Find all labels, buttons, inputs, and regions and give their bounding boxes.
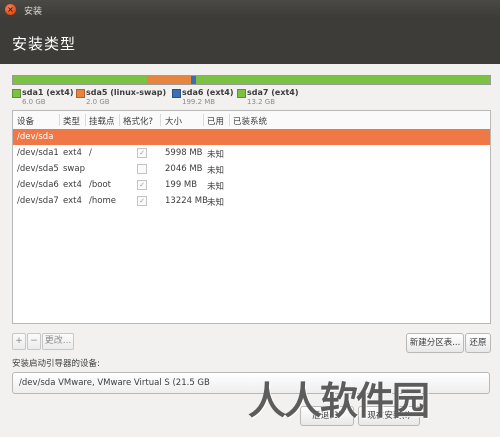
- format-checkbox[interactable]: [137, 164, 147, 174]
- partition-table: 设备 类型 挂载点 格式化? 大小 已用 已装系统 /dev/sda /dev/…: [12, 110, 491, 324]
- legend-name: sda7 (ext4): [247, 88, 299, 97]
- column-divider: [119, 114, 120, 126]
- table-row[interactable]: /dev/sda1 ext4 / ✓ 5998 MB 未知: [13, 145, 490, 161]
- column-header-format[interactable]: 格式化?: [123, 115, 153, 127]
- window-titlebar: × 安装: [0, 0, 500, 20]
- mount-cell: /home: [89, 196, 116, 206]
- table-row[interactable]: /dev/sda6 ext4 /boot ✓ 199 MB 未知: [13, 177, 490, 193]
- legend-swatch: [12, 89, 21, 98]
- mount-cell: /: [89, 148, 92, 158]
- partition-segment-sda5: [146, 76, 192, 84]
- table-row[interactable]: /dev/sda7 ext4 /home ✓ 13224 MB 未知: [13, 193, 490, 209]
- format-checkbox[interactable]: ✓: [137, 180, 147, 190]
- column-header-used[interactable]: 已用: [207, 115, 224, 127]
- partition-legend: sda1 (ext4) 6.0 GB sda5 (linux-swap) 2.0…: [12, 88, 492, 108]
- page-header: 安装类型: [0, 20, 500, 64]
- column-header-size[interactable]: 大小: [165, 115, 182, 127]
- column-divider: [160, 114, 161, 126]
- mount-cell: /boot: [89, 180, 111, 190]
- new-partition-table-button[interactable]: 新建分区表...: [406, 333, 464, 353]
- used-cell: 未知: [207, 198, 225, 208]
- change-partition-button[interactable]: 更改...: [42, 333, 74, 350]
- legend-name: sda6 (ext4): [182, 88, 234, 97]
- legend-size: 6.0 GB: [22, 98, 46, 106]
- window-title: 安装: [24, 7, 43, 17]
- legend-size: 199.2 MB: [182, 98, 216, 106]
- format-checkbox[interactable]: ✓: [137, 196, 147, 206]
- device-cell: /dev/sda: [17, 132, 54, 142]
- column-divider: [59, 114, 60, 126]
- table-row[interactable]: /dev/sda5 swap 2046 MB 未知: [13, 161, 490, 177]
- size-cell: 2046 MB: [165, 164, 203, 174]
- size-cell: 13224 MB: [165, 196, 208, 206]
- legend-name: sda5 (linux-swap): [86, 88, 167, 97]
- column-header-device[interactable]: 设备: [17, 115, 34, 127]
- device-cell: /dev/sda5: [17, 164, 59, 174]
- type-cell: ext4: [63, 148, 82, 158]
- size-cell: 5998 MB: [165, 148, 203, 158]
- type-cell: ext4: [63, 196, 82, 206]
- device-cell: /dev/sda6: [17, 180, 59, 190]
- legend-swatch: [237, 89, 246, 98]
- legend-swatch: [76, 89, 85, 98]
- size-cell: 199 MB: [165, 180, 198, 190]
- used-cell: 未知: [207, 166, 225, 176]
- used-cell: 未知: [207, 150, 225, 160]
- legend-swatch: [172, 89, 181, 98]
- type-cell: swap: [63, 164, 85, 174]
- page-title: 安装类型: [12, 35, 77, 53]
- device-cell: /dev/sda1: [17, 148, 59, 158]
- column-divider: [85, 114, 86, 126]
- boot-device-value: /dev/sda VMware, VMware Virtual S (21.5 …: [19, 378, 210, 388]
- revert-button[interactable]: 还原: [465, 333, 491, 353]
- device-cell: /dev/sda7: [17, 196, 59, 206]
- table-row-device[interactable]: /dev/sda: [13, 129, 490, 145]
- watermark: 人人软件园: [248, 379, 430, 423]
- partition-segment-sda7: [195, 76, 490, 84]
- legend-name: sda1 (ext4): [22, 88, 74, 97]
- remove-partition-button[interactable]: −: [27, 333, 41, 350]
- boot-device-label: 安装启动引导器的设备:: [12, 359, 100, 369]
- legend-size: 13.2 GB: [247, 98, 276, 106]
- add-partition-button[interactable]: +: [12, 333, 26, 350]
- type-cell: ext4: [63, 180, 82, 190]
- table-header: 设备 类型 挂载点 格式化? 大小 已用 已装系统: [13, 111, 490, 130]
- column-header-os[interactable]: 已装系统: [233, 115, 267, 127]
- legend-size: 2.0 GB: [86, 98, 110, 106]
- close-icon[interactable]: ×: [5, 4, 16, 15]
- column-header-type[interactable]: 类型: [63, 115, 80, 127]
- partition-usage-bar: [12, 75, 491, 85]
- used-cell: 未知: [207, 182, 225, 192]
- column-divider: [203, 114, 204, 126]
- column-divider: [229, 114, 230, 126]
- format-checkbox[interactable]: ✓: [137, 148, 147, 158]
- partition-segment-sda1: [13, 76, 147, 84]
- column-header-mount[interactable]: 挂载点: [89, 115, 115, 127]
